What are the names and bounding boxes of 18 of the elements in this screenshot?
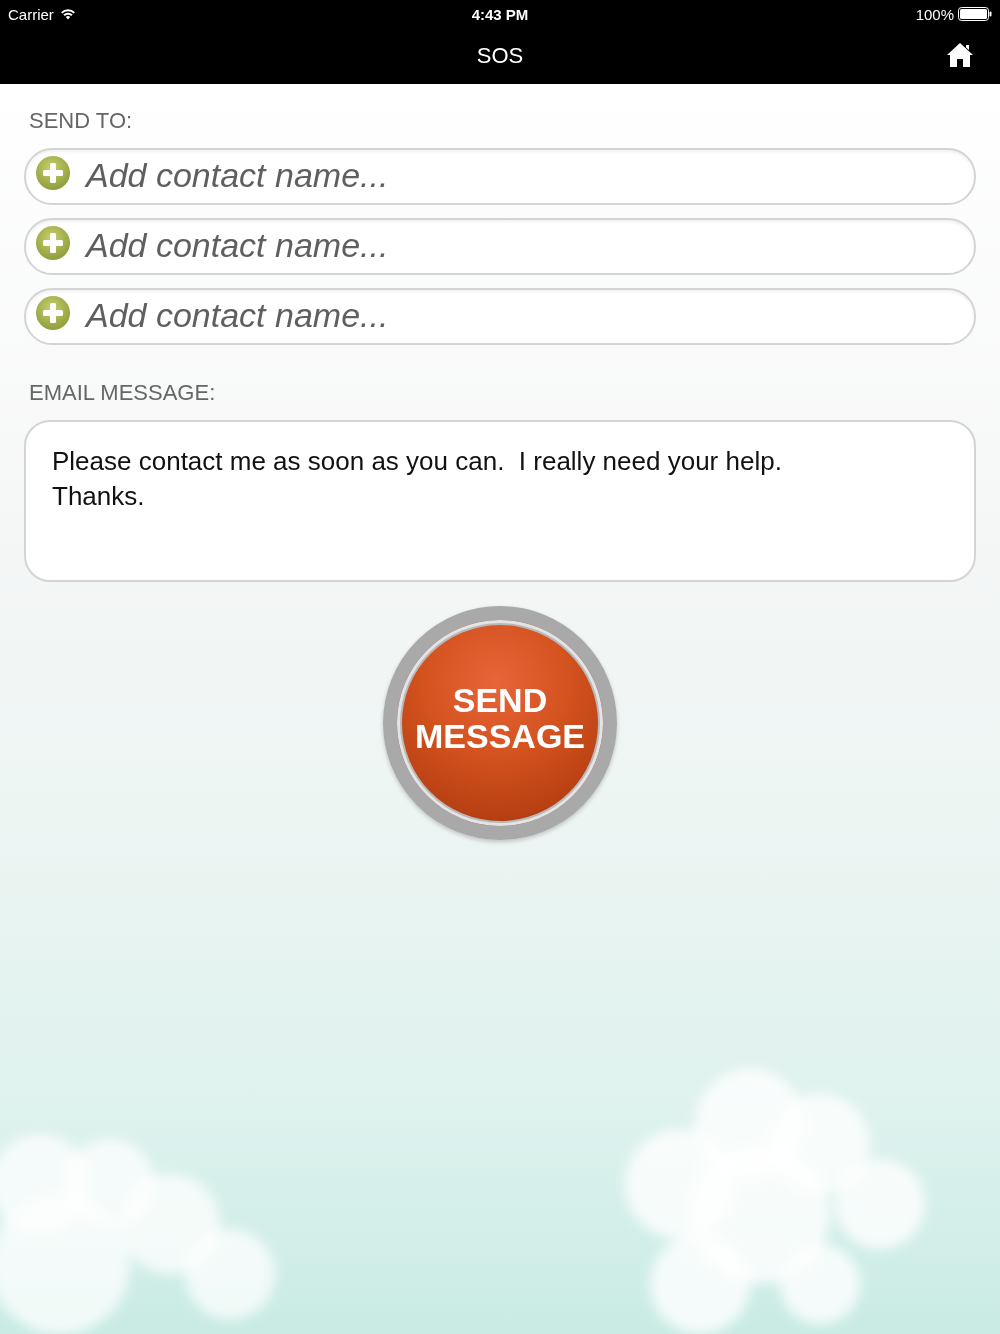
clock-time: 4:43 PM <box>471 5 529 23</box>
add-contact-icon[interactable] <box>35 294 71 331</box>
contact-name-field[interactable]: Add contact name... <box>24 288 976 345</box>
home-icon <box>946 42 974 68</box>
home-button[interactable] <box>946 42 974 68</box>
send-message-button[interactable]: SEND MESSAGE <box>383 606 617 840</box>
send-to-label: SEND TO: <box>29 108 134 134</box>
message-field[interactable]: Please contact me as soon as you can. I really need your help. Thanks. <box>24 420 976 582</box>
add-contact-icon[interactable] <box>35 154 71 191</box>
contact-name-field[interactable]: Add contact name... <box>24 148 976 205</box>
contact-name-field[interactable]: Add contact name... <box>24 218 976 275</box>
screen-title: SOS <box>476 43 524 69</box>
battery-icon <box>958 7 992 21</box>
carrier-name: Carrier <box>8 5 54 23</box>
email-message-label: EMAIL MESSAGE: <box>29 380 217 406</box>
wifi-icon <box>59 8 76 20</box>
add-contact-icon[interactable] <box>35 224 71 261</box>
battery-percent: 100% <box>915 5 954 23</box>
